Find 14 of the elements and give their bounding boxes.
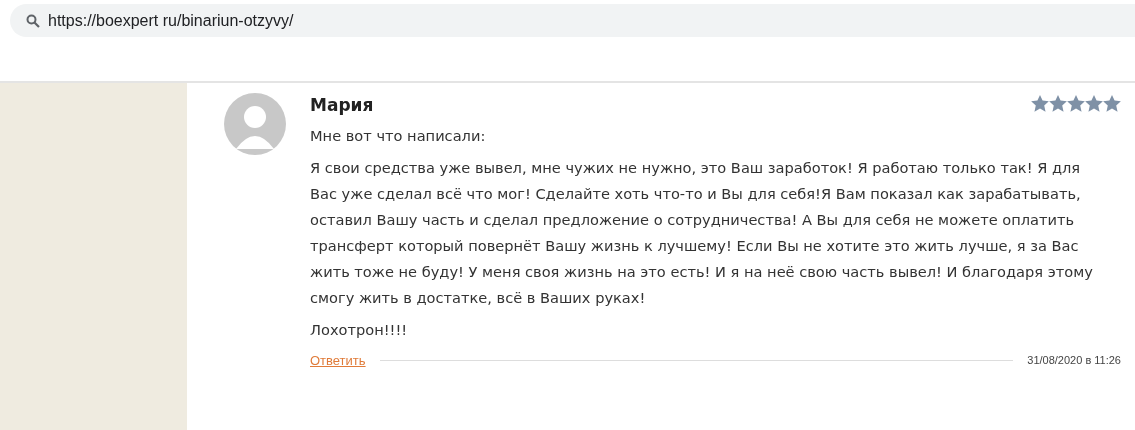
star-icon <box>1031 95 1049 112</box>
star-icon <box>1049 95 1067 112</box>
star-icon <box>1067 95 1085 112</box>
author-name: Мария <box>310 94 374 117</box>
comment-paragraph: Мне вот что написали: <box>310 125 487 146</box>
url-text: https://boexpert ru/binariun-otzyvy/ <box>48 10 294 31</box>
star-icon <box>1103 95 1121 112</box>
avatar-icon <box>224 93 286 155</box>
comment-paragraph: Лохотрон!!!! <box>310 319 409 340</box>
search-icon <box>26 13 40 28</box>
comment-date: 31/08/2020 в 11:26 <box>1027 353 1121 368</box>
star-icon <box>1085 95 1103 112</box>
comment-paragraph: Я свои средства уже вывел, мне чужих не нужно, это Ваш заработок! Я работаю только так! Я для Вас уже сделал всё что мог! Сделайте хоть что-то и Вы для себя!Я Вам показал как зарабатывать, оставил Вашу часть и сделал предложение о сотрудничества! А Вы для себя не можете оплатить трансферт который повернёт Вашу жизнь к лучшему! Если Вы не хотите это жить лучше, я за Вас жить тоже не буду! У меня своя жизнь на это есть! И я на неё свою часть вывел! И благодаря этому смогу жить в достатке, всё в Ваших руках! <box>310 157 1094 308</box>
address-bar[interactable]: https://boexpert ru/binariun-otzyvy/ <box>10 4 1135 37</box>
